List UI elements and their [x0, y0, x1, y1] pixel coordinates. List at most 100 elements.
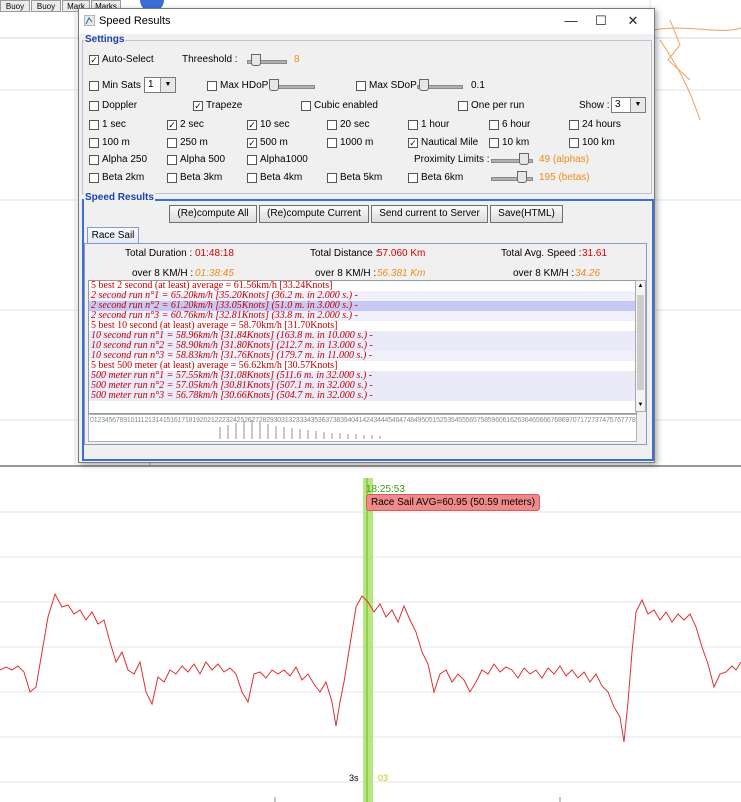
- dist-100m-checkbox[interactable]: [89, 138, 99, 148]
- total-distance-value: 57.060 Km: [377, 248, 426, 259]
- bottom-left-label: 3s: [349, 773, 359, 783]
- alpha-1000-checkbox[interactable]: [247, 155, 257, 165]
- doppler-checkbox[interactable]: [89, 101, 99, 111]
- one-per-run-label: One per run: [471, 100, 525, 111]
- title-bar[interactable]: Speed Results — ☐ ✕: [79, 9, 654, 34]
- total-avg-label: Total Avg. Speed :: [501, 248, 582, 259]
- beta-3km-checkbox[interactable]: [167, 173, 177, 183]
- proximity-alpha-slider-thumb[interactable]: [519, 153, 529, 165]
- chevron-down-icon: ▼: [630, 98, 645, 112]
- bottom-right-label: 03: [378, 773, 389, 783]
- beta-4km-label: Beta 4km: [260, 172, 303, 183]
- recompute-all-button[interactable]: (Re)compute All: [169, 205, 257, 223]
- min-sats-select[interactable]: 1 ▼: [144, 77, 176, 93]
- threshold-value: 8: [294, 54, 300, 65]
- one-per-run-checkbox[interactable]: [458, 101, 468, 111]
- result-line[interactable]: 500 meter run n°3 = 56.78km/h [30.66Knot…: [91, 391, 373, 401]
- app-icon: [84, 15, 95, 26]
- max-sdop-checkbox[interactable]: [356, 81, 366, 91]
- min-sats-label: Min Sats: [102, 80, 141, 91]
- beta-6km-label: Beta 6km: [421, 172, 464, 183]
- max-sdop-slider-thumb[interactable]: [419, 79, 429, 91]
- race-sail-tooltip: Race Sail AVG=60.95 (50.59 meters): [366, 494, 541, 511]
- trapeze-label: Trapeze: [206, 100, 243, 111]
- cursor-band[interactable]: [363, 478, 373, 802]
- dist-250m-label: 250 m: [180, 137, 208, 148]
- time-1sec-checkbox[interactable]: [89, 120, 99, 130]
- beta-4km-checkbox[interactable]: [247, 173, 257, 183]
- alpha-1000-label: Alpha1000: [260, 154, 308, 165]
- speed-chart[interactable]: 18:25:53 Race Sail AVG=60.95 (50.59 mete…: [0, 465, 741, 802]
- auto-select-label: Auto-Select: [102, 54, 154, 65]
- dist-10km-label: 10 km: [502, 137, 530, 148]
- close-icon[interactable]: ✕: [618, 11, 648, 31]
- cubic-checkbox[interactable]: [301, 101, 311, 111]
- beta-2km-label: Beta 2km: [102, 172, 145, 183]
- total-distance-label: Total Distance :: [310, 248, 379, 259]
- beta-6km-checkbox[interactable]: [408, 173, 418, 183]
- speed-results-legend: Speed Results: [84, 192, 155, 203]
- time-2sec-label: 2 sec: [180, 119, 204, 130]
- proximity-beta-slider-thumb[interactable]: [517, 171, 527, 183]
- over-distance-label: over 8 KM/H :: [315, 268, 377, 279]
- maximize-icon[interactable]: ☐: [586, 11, 616, 31]
- time-2sec-checkbox[interactable]: ✓: [167, 120, 177, 130]
- beta-2km-checkbox[interactable]: [89, 173, 99, 183]
- results-list[interactable]: 5 best 2 second (at least) average = 61.…: [88, 280, 637, 414]
- time-10sec-label: 10 sec: [260, 119, 290, 130]
- threshold-slider-thumb[interactable]: [251, 54, 261, 66]
- time-1hour-checkbox[interactable]: [408, 120, 418, 130]
- beta-5km-checkbox[interactable]: [327, 173, 337, 183]
- dist-100km-checkbox[interactable]: [569, 138, 579, 148]
- trapeze-checkbox[interactable]: ✓: [193, 101, 203, 111]
- time-24hours-label: 24 hours: [582, 119, 621, 130]
- save-html-button[interactable]: Save(HTML): [490, 205, 563, 223]
- dist-250m-checkbox[interactable]: [167, 138, 177, 148]
- over-duration-label: over 8 KM/H :: [132, 268, 194, 279]
- dist-100m-label: 100 m: [102, 137, 130, 148]
- dist-nautical-mile-checkbox[interactable]: ✓: [408, 138, 418, 148]
- time-20sec-label: 20 sec: [340, 119, 370, 130]
- proximity-alphas-value: 49 (alphas): [539, 154, 590, 165]
- over-avg-label: over 8 KM/H :: [513, 268, 575, 279]
- show-value: 3: [615, 99, 621, 110]
- time-6hour-checkbox[interactable]: [489, 120, 499, 130]
- chevron-down-icon: ▼: [160, 78, 175, 92]
- alpha-250-checkbox[interactable]: [89, 155, 99, 165]
- max-hdop-checkbox[interactable]: [207, 81, 217, 91]
- show-select[interactable]: 3 ▼: [611, 97, 646, 113]
- settings-legend: Settings: [84, 34, 126, 45]
- results-scrollbar[interactable]: ▲ ▼: [635, 280, 646, 412]
- scroll-up-icon[interactable]: ▲: [637, 282, 644, 290]
- auto-select-checkbox[interactable]: ✓: [89, 55, 99, 65]
- scroll-thumb[interactable]: [637, 295, 644, 390]
- minimize-icon[interactable]: —: [556, 11, 586, 31]
- dist-10km-checkbox[interactable]: [489, 138, 499, 148]
- time-10sec-checkbox[interactable]: ✓: [247, 120, 257, 130]
- show-label: Show :: [579, 100, 610, 111]
- ruler-numbers: 0123456789101112131415161718192021222324…: [90, 417, 637, 424]
- recompute-current-button[interactable]: (Re)compute Current: [259, 205, 369, 223]
- settings-panel: [82, 40, 652, 194]
- alpha-500-checkbox[interactable]: [167, 155, 177, 165]
- speed-results-dialog[interactable]: Speed Results — ☐ ✕ Settings ✓ Auto-Sele…: [78, 8, 655, 463]
- time-24hours-checkbox[interactable]: [569, 120, 579, 130]
- run-ruler[interactable]: 0123456789101112131415161718192021222324…: [88, 414, 637, 442]
- dist-1000m-label: 1000 m: [340, 137, 374, 148]
- send-to-server-button[interactable]: Send current to Server: [371, 205, 488, 223]
- alpha-500-label: Alpha 500: [180, 154, 226, 165]
- time-1hour-label: 1 hour: [421, 119, 450, 130]
- time-20sec-checkbox[interactable]: [327, 120, 337, 130]
- scroll-down-icon[interactable]: ▼: [637, 401, 644, 409]
- dist-100km-label: 100 km: [582, 137, 615, 148]
- alpha-250-label: Alpha 250: [102, 154, 148, 165]
- min-sats-checkbox[interactable]: [89, 81, 99, 91]
- min-sats-value: 1: [148, 79, 154, 90]
- over-distance-value: 56.381 Km: [377, 268, 426, 279]
- cubic-label: Cubic enabled: [314, 100, 378, 111]
- time-6hour-label: 6 hour: [502, 119, 531, 130]
- dist-500m-checkbox[interactable]: ✓: [247, 138, 257, 148]
- max-hdop-label: Max HDoP: [220, 80, 269, 91]
- max-hdop-slider-thumb[interactable]: [269, 79, 279, 91]
- dist-1000m-checkbox[interactable]: [327, 138, 337, 148]
